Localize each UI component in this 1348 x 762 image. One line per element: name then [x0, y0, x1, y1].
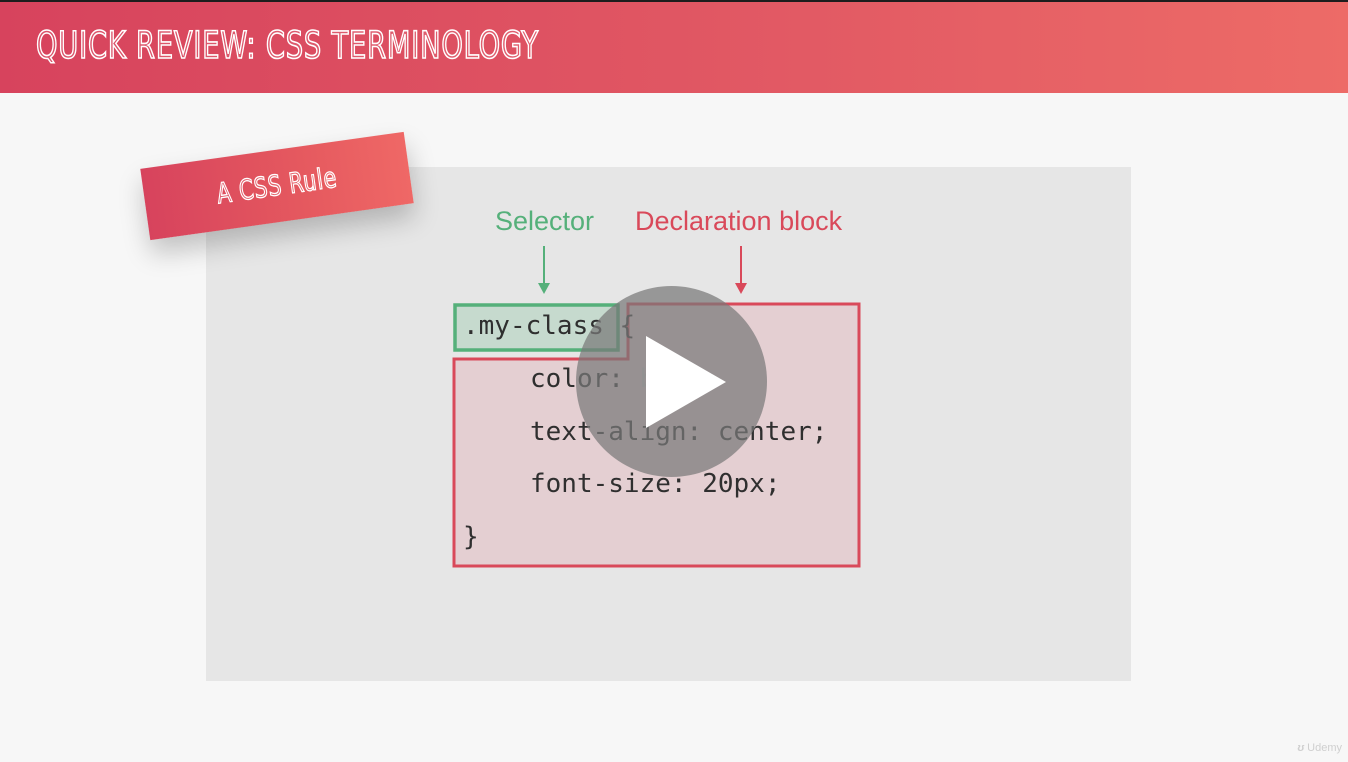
- play-button[interactable]: [576, 286, 767, 477]
- udemy-watermark: ʊ Udemy: [1297, 742, 1342, 754]
- code-selector: .my-class: [463, 311, 604, 341]
- code-close-brace: }: [463, 522, 479, 552]
- code-value: 20px: [702, 469, 765, 499]
- code-semicolon: ;: [811, 417, 828, 447]
- watermark-text: Udemy: [1307, 742, 1342, 754]
- selector-arrow-head: [538, 283, 550, 294]
- code-semicolon: ;: [764, 469, 781, 499]
- play-icon: [646, 336, 726, 428]
- udemy-logo-icon: ʊ: [1297, 742, 1305, 754]
- declaration-arrow-head: [735, 283, 747, 294]
